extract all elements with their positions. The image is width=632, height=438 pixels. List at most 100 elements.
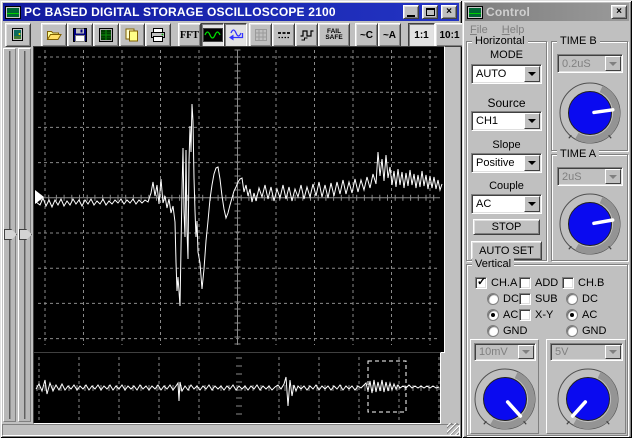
minimize-button[interactable] xyxy=(403,5,419,19)
calibrate-c-button[interactable]: ~C xyxy=(355,23,378,47)
probe-10-1-button[interactable]: 10:1 xyxy=(435,23,464,47)
volts-a-value: 10mV xyxy=(479,346,508,358)
time-a-select: 2uS xyxy=(557,167,623,186)
failsafe-button[interactable]: FAIL SAFE xyxy=(318,23,350,47)
calibrate-a-button[interactable]: ~A xyxy=(378,23,401,47)
xy-checkbox[interactable] xyxy=(519,309,531,321)
open-folder-icon xyxy=(46,31,62,40)
fft-button[interactable]: FFT xyxy=(178,23,201,47)
mode-value: AUTO xyxy=(476,68,507,80)
ac-b-radio[interactable] xyxy=(566,309,578,321)
gnd-a-radio[interactable] xyxy=(487,325,499,337)
chevron-down-icon xyxy=(609,350,617,358)
exit-button[interactable] xyxy=(5,23,31,47)
maximize-button[interactable] xyxy=(422,5,438,19)
ch-a-position-slider[interactable] xyxy=(4,229,17,240)
ch-b-position-slider[interactable] xyxy=(19,229,32,240)
volts-b-select: 5V xyxy=(550,343,623,361)
ac-a-radio-row[interactable]: AC xyxy=(487,309,518,321)
volts-b-knob[interactable] xyxy=(555,366,621,432)
oscilloscope-app-icon xyxy=(5,5,21,19)
chevron-down-icon xyxy=(609,174,617,183)
ch-a-checkbox[interactable] xyxy=(475,275,487,289)
ratio-1-1-label: 1:1 xyxy=(414,29,429,41)
time-b-knob[interactable] xyxy=(557,80,623,146)
volts-b-value: 5V xyxy=(555,346,569,358)
chevron-down-icon xyxy=(528,72,536,80)
gnd-b-radio-row[interactable]: GND xyxy=(566,325,606,337)
sub-label: SUB xyxy=(535,293,558,305)
floppy-disk-icon xyxy=(73,28,87,42)
main-titlebar[interactable]: PC BASED DIGITAL STORAGE OSCILLOSCOPE 21… xyxy=(3,3,459,21)
gnd-a-radio-row[interactable]: GND xyxy=(487,325,527,337)
exit-door-icon xyxy=(12,28,23,41)
time-a-label: TIME A xyxy=(557,148,600,160)
resize-grip[interactable] xyxy=(447,423,459,435)
control-app-icon xyxy=(467,5,483,19)
gnd-a-label: GND xyxy=(503,325,528,337)
add-checkbox[interactable] xyxy=(519,277,531,289)
main-toolbar: FFT FAIL SAFE ~C ~A 1:1 10:1 xyxy=(3,22,464,48)
main-scope-display[interactable] xyxy=(33,46,445,353)
source-label: Source xyxy=(487,96,526,110)
ch-b-position-track[interactable] xyxy=(18,48,32,422)
overview-scope-display[interactable] xyxy=(33,352,441,424)
sub-checkbox[interactable] xyxy=(519,293,531,305)
stop-button[interactable]: STOP xyxy=(473,219,540,235)
dc-b-radio[interactable] xyxy=(566,293,578,305)
notes-icon xyxy=(125,28,138,42)
slope-dropdown-button[interactable] xyxy=(524,155,540,171)
mode-select[interactable]: AUTO xyxy=(471,64,542,84)
restore-waveform-button[interactable] xyxy=(224,23,247,47)
close-button[interactable]: × xyxy=(441,5,457,19)
save-button[interactable] xyxy=(67,23,93,47)
control-titlebar[interactable]: Control × xyxy=(465,3,629,21)
couple-dropdown-button[interactable] xyxy=(524,196,540,212)
control-close-button[interactable]: × xyxy=(611,5,627,19)
ac-a-radio[interactable] xyxy=(487,309,499,321)
ch-b-checkbox-row[interactable]: CH.B xyxy=(562,277,604,289)
dc-b-radio-row[interactable]: DC xyxy=(566,293,598,305)
source-value: CH1 xyxy=(476,115,499,127)
dc-a-radio-row[interactable]: DC xyxy=(487,293,519,305)
copy-button[interactable] xyxy=(119,23,145,47)
capture-screen-button[interactable] xyxy=(93,23,119,47)
temp-c-label: ~C xyxy=(359,29,374,41)
grid-icon xyxy=(254,29,267,41)
vertical-group: Vertical CH.A ADD CH.B DC SUB xyxy=(466,258,628,436)
mode-dropdown-button[interactable] xyxy=(524,66,540,82)
sub-checkbox-row[interactable]: SUB xyxy=(519,293,558,305)
open-button[interactable] xyxy=(41,23,67,47)
print-button[interactable] xyxy=(145,23,171,47)
couple-select[interactable]: AC xyxy=(471,194,542,214)
time-a-dropdown-button xyxy=(605,169,621,184)
time-b-group: TIME B 0.2uS xyxy=(551,35,628,151)
volts-a-knob[interactable] xyxy=(472,366,538,432)
scope-screen-icon xyxy=(99,28,113,42)
ac-b-label: AC xyxy=(582,309,598,321)
dotted-line-button[interactable] xyxy=(272,23,295,47)
grid-toggle-button[interactable] xyxy=(249,23,272,47)
ch-a-checkbox-row[interactable]: CH.A xyxy=(475,275,517,289)
ch-b-checkbox[interactable] xyxy=(562,277,574,289)
screen: PC BASED DIGITAL STORAGE OSCILLOSCOPE 21… xyxy=(0,0,632,438)
ac-b-radio-row[interactable]: AC xyxy=(566,309,597,321)
probe-1-1-button[interactable]: 1:1 xyxy=(408,23,435,47)
trigger-marker[interactable] xyxy=(35,190,44,204)
ch-b-volts-panel: 5V xyxy=(546,339,626,434)
xy-checkbox-row[interactable]: X-Y xyxy=(519,309,553,321)
gnd-b-radio[interactable] xyxy=(566,325,578,337)
square-wave-button[interactable] xyxy=(295,23,318,47)
printer-icon xyxy=(151,28,165,42)
source-dropdown-button[interactable] xyxy=(524,113,540,129)
slope-select[interactable]: Positive xyxy=(471,153,542,173)
time-b-select: 0.2uS xyxy=(557,54,623,73)
add-checkbox-row[interactable]: ADD xyxy=(519,277,558,289)
ch-a-position-track[interactable] xyxy=(3,48,17,422)
source-select[interactable]: CH1 xyxy=(471,111,542,131)
time-b-value: 0.2uS xyxy=(562,57,591,70)
dc-a-radio[interactable] xyxy=(487,293,499,305)
waveform-display-button[interactable] xyxy=(201,23,224,47)
time-a-value: 2uS xyxy=(562,170,582,183)
time-a-knob[interactable] xyxy=(557,191,623,257)
